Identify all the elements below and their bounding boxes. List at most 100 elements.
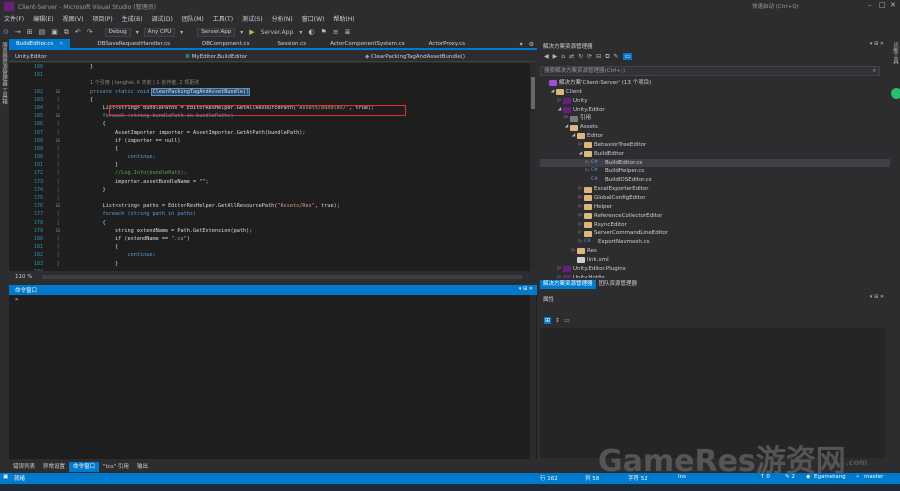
menu-team[interactable]: 团队(M)	[182, 14, 204, 23]
code-editor[interactable]: 180 181 182 183 184 185 186 187 188 189 …	[9, 63, 532, 271]
redo-icon[interactable]: ↷	[87, 28, 93, 36]
menu-build[interactable]: 生成(B)	[122, 14, 143, 23]
menu-help[interactable]: 帮助(H)	[333, 14, 354, 23]
tree-item[interactable]: ▷ ServerCommandLineEditor	[540, 229, 890, 238]
panel-controls[interactable]: ▾ ⊞ ✕	[870, 294, 884, 300]
status-repository[interactable]: Egametang	[814, 474, 846, 480]
uncomment-icon[interactable]: ≣	[345, 28, 351, 36]
tab-solution-explorer[interactable]: 解决方案资源管理器	[540, 280, 596, 289]
expand-arrow-icon[interactable]: ▷	[577, 221, 584, 230]
menu-project[interactable]: 项目(P)	[92, 14, 112, 23]
expand-arrow-icon[interactable]: ▷	[556, 274, 563, 278]
tab-build-editor[interactable]: BuildEditor.cs ✕	[9, 39, 71, 49]
copy-icon[interactable]: ⧉	[605, 53, 609, 61]
expand-arrow-icon[interactable]: ▷	[584, 167, 591, 176]
settings-gear-icon[interactable]: ⚙	[529, 41, 534, 48]
open-icon[interactable]: ▤	[39, 28, 46, 36]
expand-arrow-icon[interactable]: ◢	[570, 132, 577, 141]
collapse-icon[interactable]: ⊟	[54, 112, 62, 120]
tree-item[interactable]: ◢ Editor	[540, 132, 890, 141]
code-text-area[interactable]: } 1 个引用 | tanghai, 6 天前 | 1 名作者, 2 项更改 p…	[65, 63, 532, 271]
tab-actor-component-system[interactable]: ActorComponentSystem.cs	[323, 39, 412, 49]
menu-debug[interactable]: 调试(D)	[152, 14, 173, 23]
refresh-icon[interactable]: ⟳	[587, 53, 592, 60]
menu-window[interactable]: 窗口(W)	[302, 14, 325, 23]
tree-item[interactable]: ◢ Assets	[540, 123, 890, 132]
panel-controls[interactable]: ▾ ⊞ ✕	[870, 41, 884, 47]
expand-arrow-icon[interactable]: ▷	[577, 212, 584, 221]
menu-test[interactable]: 测试(S)	[242, 14, 263, 23]
comment-icon[interactable]: ≡	[333, 28, 339, 36]
editor-horizontal-scrollbar[interactable]	[42, 275, 522, 279]
menu-edit[interactable]: 编辑(E)	[33, 14, 53, 23]
expand-arrow-icon[interactable]: ▷	[577, 141, 584, 150]
tree-item[interactable]: ◢ Client	[540, 88, 890, 97]
codelens-references[interactable]: 1 个引用 | tanghai, 6 天前 | 1 名作者, 2 项更改	[90, 80, 199, 86]
new-project-icon[interactable]: ⊞	[27, 28, 33, 36]
expand-arrow-icon[interactable]: ◢	[556, 106, 563, 115]
tree-item[interactable]: ◢ Unity.Editor	[540, 106, 890, 115]
home-icon[interactable]: ⌂	[561, 53, 565, 60]
expand-arrow-icon[interactable]: ▷	[556, 265, 563, 274]
forward-icon[interactable]: →	[15, 28, 21, 36]
tree-item[interactable]: ▷ 引用	[540, 114, 890, 123]
command-prompt[interactable]: >	[15, 297, 537, 303]
expand-arrow-icon[interactable]: ◢	[563, 123, 570, 132]
tree-item[interactable]: ▷ Unity	[540, 97, 890, 106]
tree-item[interactable]: ▷ Unity.Hotfix	[540, 274, 890, 278]
scroll-thumb[interactable]	[531, 77, 535, 109]
command-window-body[interactable]: >	[9, 295, 537, 459]
tree-item[interactable]: ▷ C# BuildHelper.cs	[540, 167, 890, 176]
menu-analyze[interactable]: 分析(N)	[272, 14, 293, 23]
tab-session[interactable]: Session.cs	[270, 39, 313, 49]
pending-changes-icon[interactable]: ↻	[578, 53, 583, 60]
forward-icon[interactable]: ▶	[553, 53, 558, 60]
status-commits-up[interactable]: ↑ 0	[760, 474, 770, 480]
properties-wrench-icon[interactable]: ✎	[613, 53, 618, 60]
tree-item[interactable]: ▷ C# BuildEditor.cs	[540, 158, 890, 168]
tab-error-list[interactable]: 错误列表	[9, 462, 39, 472]
close-window-button[interactable]: ✕	[890, 1, 896, 9]
expand-arrow-icon[interactable]: ▷	[556, 97, 563, 106]
minimize-button[interactable]: –	[868, 1, 872, 9]
expand-arrow-icon[interactable]: ▷	[577, 238, 584, 247]
expand-arrow-icon[interactable]: ▷	[577, 203, 584, 212]
expand-arrow-icon[interactable]: ◢	[549, 88, 556, 97]
diagnostic-tools-tab[interactable]: 诊断工具	[891, 42, 899, 64]
configuration-dropdown[interactable]: Debug	[104, 27, 131, 37]
menu-view[interactable]: 视图(V)	[63, 14, 84, 23]
property-pages-icon[interactable]: ▭	[564, 317, 570, 324]
preview-icon[interactable]: ▭	[622, 53, 633, 60]
tree-item[interactable]: 解决方案'Client-Server' (13 个项目)	[540, 79, 890, 88]
server-explorer-toolbox-tab[interactable]: 服务器资源管理器 工具箱	[0, 42, 8, 104]
status-branch[interactable]: master	[864, 474, 883, 480]
tab-db-component[interactable]: DBComponent.cs	[195, 39, 256, 49]
back-icon[interactable]: ⊙	[3, 28, 9, 36]
diagnostic-indicator-icon[interactable]	[891, 88, 900, 99]
tree-item[interactable]: ▷ GlobalConfigEditor	[540, 194, 890, 203]
member-dropdown[interactable]: ◆ ClearPackingTagAndAssetBundle()	[359, 52, 529, 62]
start-debugging-icon[interactable]: ▶	[249, 28, 254, 36]
class-dropdown[interactable]: ⚙ MyEditor.BuildEditor	[179, 52, 359, 62]
tab-exception-settings[interactable]: 异常设置	[39, 462, 69, 472]
tree-item[interactable]: ▷ Res	[540, 247, 890, 256]
expand-arrow-icon[interactable]: ▷	[577, 194, 584, 203]
command-window-scrollbar[interactable]	[530, 295, 536, 459]
expand-arrow-icon[interactable]: ◢	[577, 150, 584, 159]
collapse-icon[interactable]: ⊟	[54, 202, 62, 210]
collapse-icon[interactable]: ⊟	[54, 88, 62, 96]
status-pending-edits[interactable]: ✎ 2	[785, 474, 795, 480]
start-button[interactable]: Server.App	[261, 29, 294, 36]
editor-vertical-scrollbar[interactable]	[530, 63, 536, 271]
tree-item[interactable]: ▷ ReferenceCollectorEditor	[540, 212, 890, 221]
collapse-icon[interactable]: ⊟	[54, 227, 62, 235]
browser-link-icon[interactable]: ◐	[308, 28, 314, 36]
startup-project-dropdown[interactable]: Server.App	[197, 27, 236, 37]
tree-item[interactable]: ▷ C# ExportNavmesh.cs	[540, 238, 890, 247]
undo-icon[interactable]: ↶	[75, 28, 81, 36]
quick-launch-input[interactable]: 快速启动 (Ctrl+Q)	[752, 2, 862, 10]
tab-output[interactable]: 输出	[133, 462, 152, 472]
expand-arrow-icon[interactable]: ▷	[577, 229, 584, 238]
tree-item[interactable]: C# BuildIOSEditor.cs	[540, 176, 890, 185]
tab-tcs-references[interactable]: "tcs" 引用	[99, 462, 133, 472]
